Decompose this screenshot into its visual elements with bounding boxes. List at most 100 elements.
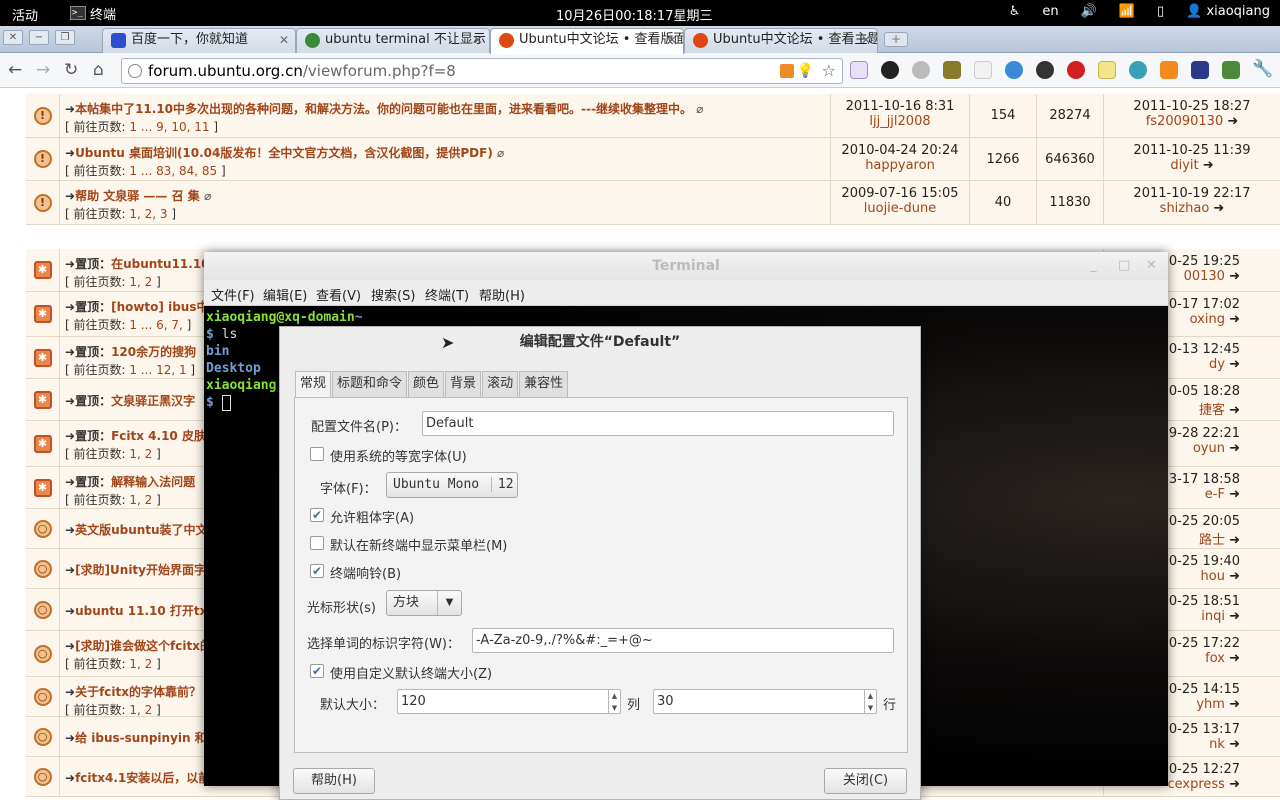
maximize-window-icon[interactable]: ❐ [55, 30, 75, 45]
battery-icon[interactable]: ▯ [1157, 4, 1164, 19]
page-links[interactable]: [ 前往页数: 1, 2 ] [65, 655, 161, 672]
last-post-user[interactable]: nk [1209, 737, 1225, 752]
last-post-user[interactable]: fs20090130 [1146, 114, 1224, 129]
page-links[interactable]: [ 前往页数: 1, 2 ] [65, 273, 161, 290]
topic-title-link[interactable]: ➜Ubuntu 桌面培训(10.04版发布！全中文官方文档，含汉化截图，提供PD… [65, 144, 504, 161]
goto-last-post-icon[interactable]: ➜ [1229, 697, 1240, 712]
extension-gear-icon[interactable] [1036, 61, 1054, 79]
topic-title-link[interactable]: ➜英文版ubuntu装了中文 [65, 521, 208, 538]
topic-title-link[interactable]: ➜置顶：[howto] ibus中 [65, 298, 208, 315]
topic-author[interactable]: ljj_jjl2008 [831, 114, 969, 129]
tab-close-icon[interactable]: ✕ [667, 29, 677, 51]
topic-title-link[interactable]: ➜置顶：文泉驿正黑汉字 [65, 392, 195, 409]
address-bar[interactable]: forum.ubuntu.org.cn/viewforum.php?f=8 💡 … [121, 58, 843, 84]
menu-edit[interactable]: 编辑(E) [263, 285, 307, 304]
user-menu[interactable]: 👤 xiaoqiang [1186, 4, 1270, 19]
extension-m-icon[interactable] [1160, 61, 1178, 79]
goto-last-post-icon[interactable]: ➜ [1229, 651, 1240, 666]
last-post-user[interactable]: fox [1205, 651, 1225, 666]
terminal-titlebar[interactable]: Terminal _ □ ✕ [204, 252, 1168, 280]
topic-title-link[interactable]: ➜置顶：在ubuntu11.10 [65, 255, 210, 272]
app-menu[interactable]: >_ 终端 [70, 2, 116, 24]
page-links[interactable]: [ 前往页数: 1 ... 6, 7, ] [65, 316, 191, 333]
topic-title-link[interactable]: ➜fcitx4.1安装以后，以前 [65, 769, 210, 786]
menu-search[interactable]: 搜索(S) [371, 285, 415, 304]
close-button[interactable]: 关闭(C) [824, 768, 907, 794]
volume-icon[interactable]: 🔊 [1081, 4, 1097, 19]
page-numbers[interactable]: 1 ... 6, 7, [129, 318, 182, 332]
page-info-icon[interactable] [128, 64, 142, 78]
topic-title-link[interactable]: ➜帮助 文泉驿 —— 召 集 ⌀ [65, 187, 211, 204]
topic-title-link[interactable]: ➜给 ibus-sunpinyin 和 fc [65, 729, 223, 746]
help-button[interactable]: 帮助(H) [293, 768, 375, 794]
rss-icon[interactable] [780, 64, 794, 78]
menu-file[interactable]: 文件(F) [211, 285, 255, 304]
last-post-user[interactable]: 捷客 [1199, 403, 1225, 418]
topic-title-link[interactable]: ➜[求助]谁会做这个fcitx的 [65, 637, 212, 654]
extension-shelf-icon[interactable] [1191, 61, 1209, 79]
topic-title-link[interactable]: ➜置顶：Fcitx 4.10 皮肤 [65, 427, 206, 444]
page-links[interactable]: [ 前往页数: 1 ... 83, 84, 85 ] [65, 162, 226, 179]
menu-help[interactable]: 帮助(H) [479, 285, 525, 304]
cursor-shape-select[interactable]: 方块 ▼ [386, 590, 462, 616]
topic-title-link[interactable]: ➜置顶：解释输入法问题 [65, 473, 195, 490]
reload-icon[interactable]: ↻ [64, 60, 78, 80]
show-menubar-checkbox[interactable] [310, 536, 324, 550]
tab-close-icon[interactable]: ✕ [861, 29, 871, 51]
tab-ubuntu-forum-topic[interactable]: Ubuntu中文论坛 • 查看主题 ✕ [684, 28, 878, 53]
goto-last-post-icon[interactable]: ➜ [1203, 158, 1214, 173]
tab-baidu[interactable]: 百度一下，你就知道 ✕ [102, 28, 296, 53]
extension-stop-icon[interactable] [1067, 61, 1085, 79]
font-button[interactable]: Ubuntu Mono 12 [386, 472, 518, 498]
minimize-icon[interactable]: _ [1090, 252, 1097, 280]
goto-last-post-icon[interactable]: ➜ [1229, 569, 1240, 584]
spin-arrows-icon[interactable]: ▲ ▼ [608, 690, 620, 713]
page-numbers[interactable]: 1 ... 9, 10, 11 [129, 120, 209, 134]
extension-su-icon[interactable] [1129, 61, 1147, 79]
custom-size-checkbox[interactable]: ✔ [310, 664, 324, 678]
extension-box-icon[interactable] [943, 61, 961, 79]
wifi-icon[interactable]: 📶 [1119, 4, 1135, 19]
close-icon[interactable]: ✕ [1146, 252, 1157, 280]
spin-arrows-icon[interactable]: ▲ ▼ [864, 690, 876, 713]
goto-last-post-icon[interactable]: ➜ [1229, 312, 1240, 327]
page-links[interactable]: [ 前往页数: 1 ... 12, 1 ] [65, 361, 195, 378]
goto-last-post-icon[interactable]: ➜ [1229, 533, 1240, 548]
last-post-user[interactable]: yhm [1196, 697, 1225, 712]
forward-icon[interactable]: → [36, 60, 50, 80]
tab-title-command[interactable]: 标题和命令 [332, 371, 408, 397]
page-numbers[interactable]: 1, 2 [129, 657, 152, 671]
maximize-icon[interactable]: □ [1118, 252, 1130, 280]
close-window-icon[interactable]: ✕ [3, 30, 23, 45]
tab-google[interactable]: ubuntu terminal 不让显示 ✕ [296, 28, 490, 53]
new-tab-button[interactable]: + [884, 32, 908, 47]
last-post-user[interactable]: 路士 [1199, 533, 1225, 548]
back-icon[interactable]: ← [8, 60, 22, 80]
topic-title-link[interactable]: ➜本帖集中了11.10中多次出现的各种问题，和解决方法。你的问题可能也在里面，进… [65, 100, 703, 117]
topic-title-link[interactable]: ➜[求助]Unity开始界面字 [65, 561, 206, 578]
system-font-checkbox[interactable] [310, 447, 324, 461]
menu-view[interactable]: 查看(V) [316, 285, 361, 304]
page-numbers[interactable]: 1 ... 12, 1 [129, 363, 186, 377]
goto-last-post-icon[interactable]: ➜ [1229, 441, 1240, 456]
page-numbers[interactable]: 1, 2 [129, 447, 152, 461]
last-post-user[interactable]: hou [1201, 569, 1225, 584]
page-links[interactable]: [ 前往页数: 1, 2 ] [65, 445, 161, 462]
terminal-bell-checkbox[interactable]: ✔ [310, 564, 324, 578]
extension-note-icon[interactable] [1098, 61, 1116, 79]
page-links[interactable]: [ 前往页数: 1, 2 ] [65, 701, 161, 718]
last-post-user[interactable]: diyit [1170, 158, 1198, 173]
goto-last-post-icon[interactable]: ➜ [1229, 357, 1240, 372]
goto-last-post-icon[interactable]: ➜ [1229, 487, 1240, 502]
topic-author[interactable]: happyaron [831, 158, 969, 173]
goto-last-post-icon[interactable]: ➜ [1229, 737, 1240, 752]
page-numbers[interactable]: 1, 2 [129, 493, 152, 507]
topic-title-link[interactable]: ➜ubuntu 11.10 打开txt文 [65, 602, 225, 619]
extension-color-icon[interactable] [881, 61, 899, 79]
clock[interactable]: 10月26日00:18:17星期三 [556, 5, 712, 24]
word-chars-input[interactable]: -A-Za-z0-9,./?%&#:_=+@~ [472, 628, 894, 653]
extension-tool-icon[interactable] [974, 61, 992, 79]
tab-compatibility[interactable]: 兼容性 [519, 371, 569, 397]
last-post-user[interactable]: dy [1209, 357, 1225, 372]
keyboard-layout[interactable]: en [1042, 4, 1058, 19]
